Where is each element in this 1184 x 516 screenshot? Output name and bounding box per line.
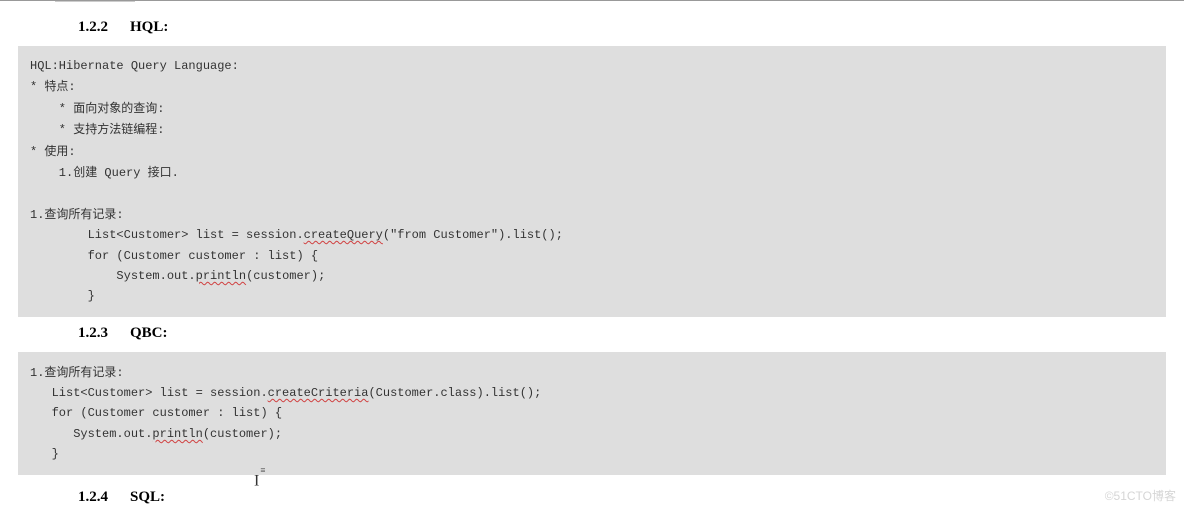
code-text-squiggle: createQuery [304, 228, 383, 242]
code-line: List<Customer> list = session. [30, 228, 304, 242]
code-block-qbc: 1.查询所有记录: List<Customer> list = session.… [18, 352, 1166, 475]
code-line: for (Customer customer : list) { [30, 406, 282, 420]
code-line: 1. [30, 166, 73, 180]
code-text: 支持方法链编程 [73, 122, 157, 136]
heading-title: QBC: [130, 325, 168, 341]
watermark: ©51CTO博客 [1105, 487, 1176, 504]
code-line: * [30, 102, 73, 116]
code-text: 查询所有记录 [44, 207, 116, 221]
code-text: : [157, 102, 164, 116]
code-text: (customer); [246, 269, 325, 283]
code-text-squiggle: println [152, 427, 202, 441]
code-text: : [116, 208, 123, 222]
text-cursor-icon: I≡ [254, 471, 264, 490]
code-text: ("from Customer").list(); [383, 228, 563, 242]
code-text: 面向对象的查询 [73, 101, 157, 115]
heading-1-2-3: 1.2.3 QBC: [0, 317, 1184, 352]
code-text: 特点 [44, 79, 68, 93]
heading-number: 1.2.4 [78, 489, 108, 506]
heading-1-2-2: 1.2.2 HQL: [0, 11, 1184, 46]
code-text-squiggle: println [196, 269, 246, 283]
code-text: : [157, 123, 164, 137]
code-text: : [68, 80, 75, 94]
heading-1-2-4: 1.2.4 SQL: [0, 475, 1184, 516]
code-text: 接口 [148, 165, 172, 179]
code-block-hql: HQL:Hibernate Query Language: * 特点: * 面向… [18, 46, 1166, 317]
code-text: (customer); [203, 427, 282, 441]
code-text: : [116, 366, 123, 380]
code-line: 1. [30, 366, 44, 380]
heading-number: 1.2.3 [78, 325, 108, 342]
document-content: 1.2.2 HQL: HQL:Hibernate Query Language: … [0, 1, 1184, 516]
code-line: List<Customer> list = session. [30, 386, 268, 400]
code-text: 使用 [44, 144, 68, 158]
code-text: (Customer.class).list(); [368, 386, 541, 400]
code-line: 1. [30, 208, 44, 222]
code-line: HQL:Hibernate Query Language: [30, 59, 239, 73]
code-line: * [30, 145, 44, 159]
code-line: System.out. [30, 269, 196, 283]
code-line [30, 186, 37, 200]
code-line: * [30, 80, 44, 94]
code-text: 查询所有记录 [44, 365, 116, 379]
code-line: for (Customer customer : list) { [30, 249, 318, 263]
heading-number: 1.2.2 [78, 19, 108, 36]
code-line: * [30, 123, 73, 137]
heading-title: SQL: [130, 489, 165, 505]
code-text-squiggle: createCriteria [268, 386, 369, 400]
code-line: } [30, 447, 59, 461]
tab-indicator [55, 0, 135, 2]
code-text: 创建 [73, 165, 97, 179]
code-text: : [68, 145, 75, 159]
code-text: Query [97, 166, 147, 180]
heading-title: HQL: [130, 19, 168, 35]
code-text: . [172, 166, 179, 180]
code-line: } [30, 289, 95, 303]
code-line: System.out. [30, 427, 152, 441]
